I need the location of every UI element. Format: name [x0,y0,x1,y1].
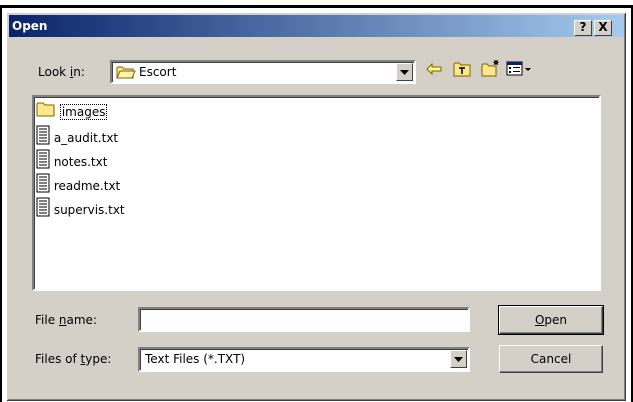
list-item-file[interactable]: supervis.txt [36,197,125,219]
create-new-folder-button[interactable] [481,59,501,79]
background-left-edge [0,8,4,402]
text-file-icon [36,197,50,224]
text-file-icon [36,149,50,176]
list-item-file[interactable]: notes.txt [36,149,107,171]
file-name-input[interactable] [138,307,470,332]
file-type-dropdown[interactable]: Text Files (*.TXT) [138,347,470,372]
close-button[interactable]: X [594,20,612,36]
background-top-edge [0,0,633,8]
file-name-text: a_audit.txt [53,131,119,145]
chevron-down-icon [454,357,463,362]
folder-icon [116,64,136,83]
look-in-value: Escort [139,65,177,79]
open-button[interactable]: Open [498,305,604,335]
back-arrow-icon [426,62,442,76]
file-name-text: notes.txt [53,155,108,169]
file-name-label: File name: [35,313,97,327]
text-file-icon [36,173,50,200]
list-item-folder[interactable]: images [36,101,108,124]
look-in-dropdown[interactable]: Escort [110,60,416,84]
background-right-edge [629,8,633,402]
view-menu-button[interactable] [505,61,533,81]
new-folder-icon [481,60,499,77]
back-button[interactable] [424,62,444,82]
cancel-button[interactable]: Cancel [499,345,603,373]
file-name-text: images [59,104,108,120]
chevron-down-icon [400,70,409,75]
look-in-dropdown-arrow[interactable] [396,63,413,81]
up-folder-icon [453,62,471,77]
list-item-file[interactable]: readme.txt [36,173,120,195]
list-item-file[interactable]: a_audit.txt [36,125,118,147]
file-name-text: supervis.txt [53,203,125,217]
text-file-icon [36,125,50,152]
file-type-dropdown-arrow[interactable] [450,350,467,368]
look-in-label: Look in: [38,65,85,79]
up-one-level-button[interactable] [452,61,472,81]
title-bar[interactable] [9,15,624,37]
file-type-value: Text Files (*.TXT) [145,352,246,366]
view-menu-icon [506,61,531,76]
file-name-text: readme.txt [53,179,121,193]
dialog-title: Open [12,19,48,33]
folder-icon [36,101,56,124]
file-type-label: Files of type: [35,352,112,366]
help-button[interactable]: ? [574,20,592,36]
